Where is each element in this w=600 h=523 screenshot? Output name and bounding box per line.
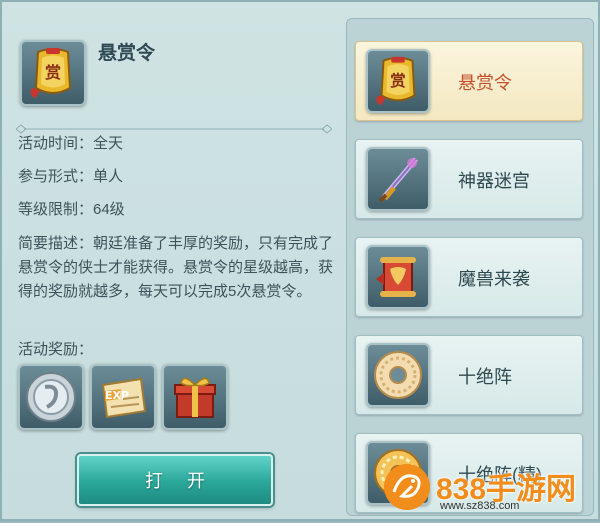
exp-scroll-icon[interactable]: EXP [90,364,156,430]
gift-box-icon[interactable] [162,364,228,430]
dragon-logo-icon [384,464,430,510]
svg-text:赏: 赏 [390,71,406,90]
activity-window: 赏 悬赏令 活动时间：全天 参与形式：单人 等级限制：64级 简要描述：朝廷准备… [0,0,600,521]
level-requirement: 等级限制：64级 [18,201,125,218]
jade-disc-icon [366,343,430,407]
activity-tab-bounty[interactable]: 赏 悬赏令 [355,41,583,121]
participation-mode: 参与形式：单人 [18,168,124,185]
tab-label: 悬赏令 [458,73,512,93]
svg-text:EXP: EXP [105,389,129,402]
svg-text:赏: 赏 [45,63,61,82]
tab-label: 十绝阵 [458,367,512,387]
rewards-label: 活动奖励： [18,341,94,358]
site-watermark: 838手游网 www.sz838.com [380,456,596,516]
activity-tab-beast-attack[interactable]: 魔兽来袭 [355,237,583,317]
tab-label: 神器迷宫 [458,171,530,191]
bounty-token-icon: 赏 [366,49,430,113]
activity-title: 悬赏令 [98,43,156,64]
activity-list-panel[interactable]: 赏 悬赏令 神器迷宫 魔兽来袭 十绝阵 十绝阵(精) [346,18,594,516]
open-button[interactable]: 打开 [77,454,273,506]
activity-tab-artifact-maze[interactable]: 神器迷宫 [355,139,583,219]
activity-detail-panel: 赏 悬赏令 活动时间：全天 参与形式：单人 等级限制：64级 简要描述：朝廷准备… [2,2,340,523]
demon-scroll-icon [366,245,430,309]
activity-time: 活动时间：全天 [18,135,124,152]
activity-description: 简要描述：朝廷准备了丰厚的奖励，只有完成了悬赏令的侠士才能获得。悬赏令的星级越高… [18,235,334,300]
silver-coin-icon[interactable] [18,364,84,430]
divine-sword-icon [366,147,430,211]
tab-label: 魔兽来袭 [458,269,530,289]
watermark-url: www.sz838.com [440,500,520,512]
activity-tab-ten-formations[interactable]: 十绝阵 [355,335,583,415]
bounty-token-icon: 赏 [20,40,86,106]
